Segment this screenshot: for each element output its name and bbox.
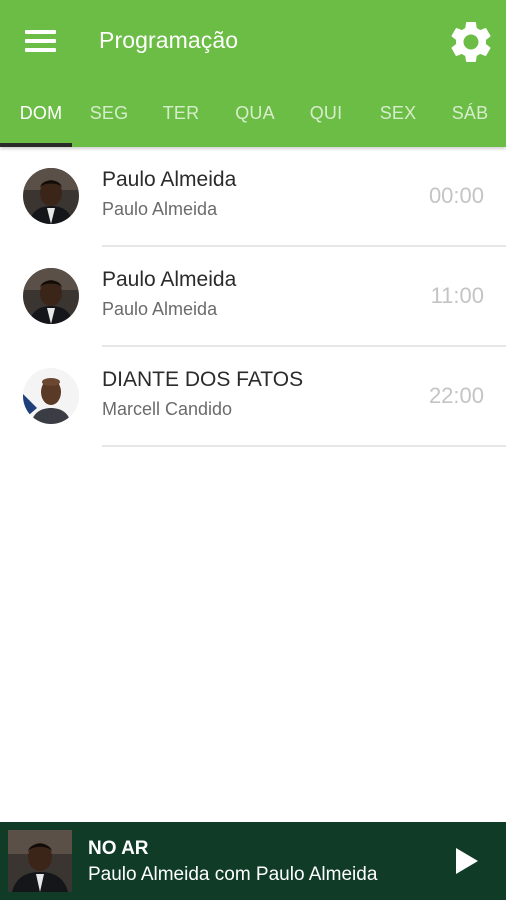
host-avatar	[23, 168, 79, 224]
list-item[interactable]: DIANTE DOS FATOS Marcell Candido 22:00	[0, 347, 506, 447]
tab-seg[interactable]: SEG	[73, 92, 145, 147]
tab-qua[interactable]: QUA	[219, 92, 291, 147]
program-host: Paulo Almeida	[102, 199, 218, 219]
program-title: Paulo Almeida	[102, 268, 237, 291]
host-avatar	[23, 368, 79, 424]
program-time: 00:00	[428, 183, 484, 208]
page-title: Programação	[99, 27, 239, 53]
tab-ter[interactable]: TER	[145, 92, 217, 147]
program-time: 22:00	[428, 383, 484, 408]
toolbar: Programação	[0, 0, 506, 82]
list-item[interactable]: Paulo Almeida Paulo Almeida 11:00	[0, 247, 506, 347]
play-icon[interactable]	[446, 841, 486, 881]
program-host: Marcell Candido	[102, 399, 233, 419]
menu-icon[interactable]	[14, 20, 66, 62]
on-air-label: NO AR	[88, 838, 149, 859]
list-item[interactable]: Paulo Almeida Paulo Almeida 00:00	[0, 147, 506, 247]
now-playing-bar[interactable]: NO AR Paulo Almeida com Paulo Almeida	[0, 822, 506, 900]
divider	[102, 445, 506, 447]
tab-dom[interactable]: DOM	[5, 92, 77, 147]
program-list: Paulo Almeida Paulo Almeida 00:00 Paulo …	[0, 147, 506, 447]
now-playing-thumbnail	[8, 830, 72, 892]
tab-qui[interactable]: QUI	[290, 92, 362, 147]
app-bar: Programação DOM SEG TER QUA QUI SEX SÁB	[0, 0, 506, 147]
now-playing-text: Paulo Almeida com Paulo Almeida	[88, 864, 378, 885]
tab-sab[interactable]: SÁB	[434, 92, 506, 147]
program-host: Paulo Almeida	[102, 299, 218, 319]
program-title: Paulo Almeida	[102, 168, 237, 191]
tab-sex[interactable]: SEX	[362, 92, 434, 147]
host-avatar	[23, 268, 79, 324]
gear-icon[interactable]	[446, 17, 496, 67]
day-tabs: DOM SEG TER QUA QUI SEX SÁB	[0, 92, 506, 147]
program-time: 11:00	[430, 283, 484, 308]
program-title: DIANTE DOS FATOS	[102, 368, 304, 391]
active-tab-indicator	[0, 143, 72, 147]
